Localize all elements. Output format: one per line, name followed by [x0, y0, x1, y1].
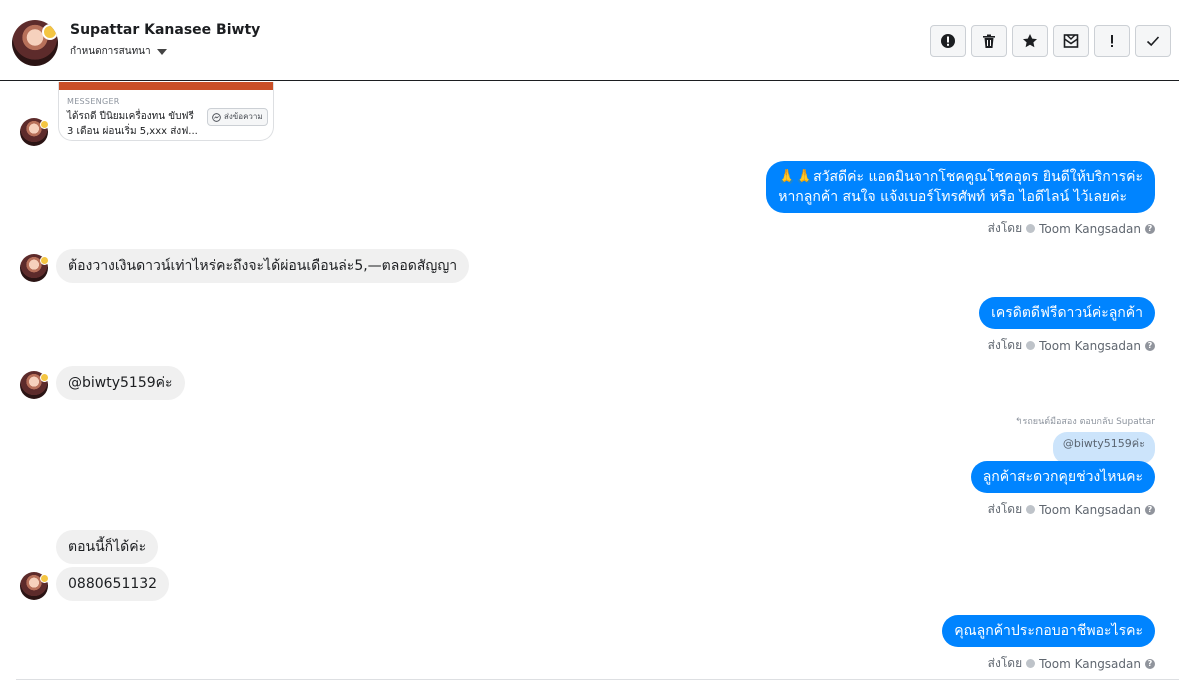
caret-down-icon: [156, 48, 167, 55]
important-button[interactable]: [1094, 25, 1130, 57]
agent-dot-icon: [1026, 341, 1036, 350]
incoming-message-bubble[interactable]: ตอนนี้ก็ได้ค่ะ: [56, 530, 159, 564]
done-button[interactable]: [1135, 25, 1171, 57]
messenger-ad-card[interactable]: MESSENGER ได้รถดี ปีนิยมเครื่องทน ขับฟรี…: [58, 82, 274, 141]
mark-unread-button[interactable]: [1053, 25, 1089, 57]
action-toolbar: [930, 25, 1171, 57]
incoming-message-bubble[interactable]: ต้องวางเงินดาวน์เท่าไหร่คะถึงจะได้ผ่อนเด…: [56, 249, 470, 283]
reply-context: ↰รถยนต์มือสอง ตอบกลับ Supattar: [1014, 417, 1155, 427]
sender-avatar: [20, 371, 49, 399]
help-icon[interactable]: ?: [1145, 223, 1155, 234]
conversation-header: Supattar Kanasee Biwty กำหนดการสนทนา: [0, 0, 1179, 81]
agent-dot-icon: [1026, 224, 1036, 233]
emoji-badge-icon: [40, 574, 49, 583]
outgoing-message-bubble[interactable]: 🙏🙏สวัสดีค่ะ แอดมินจากโชคคูณโชคอุดร ยินดี…: [766, 161, 1155, 213]
composer-divider: [16, 679, 1179, 683]
delete-button[interactable]: [971, 25, 1007, 57]
sent-by-prefix: ส่งโดย: [987, 338, 1023, 352]
sent-by-prefix: ส่งโดย: [987, 502, 1023, 516]
envelope-icon: [1063, 34, 1079, 48]
emoji-badge-icon: [40, 120, 49, 129]
help-icon[interactable]: ?: [1145, 658, 1155, 669]
emoji-badge-icon: [40, 256, 49, 265]
incoming-message-bubble[interactable]: @biwty5159ค่ะ: [56, 366, 185, 400]
sent-by-caption: ส่งโดย Toom Kangsadan ?: [988, 500, 1155, 519]
agent-dot-icon: [1026, 659, 1036, 668]
card-line-2: 3 เดือน ผ่อนเริ่ม 5,xxx ส่งฟ...: [67, 126, 198, 137]
alert-circle-icon: [941, 34, 955, 48]
sender-avatar: [20, 118, 49, 146]
sent-by-prefix: ส่งโดย: [987, 656, 1023, 670]
outgoing-message-bubble[interactable]: เครดิตดีฟรีดาวน์ค่ะลูกค้า: [979, 297, 1155, 329]
message-line: 🙏🙏สวัสดีค่ะ แอดมินจากโชคคูณโชคอุดร ยินดี…: [778, 169, 1143, 185]
card-send-message-button[interactable]: ส่งข้อความ: [207, 108, 268, 126]
agent-dot-icon: [1026, 505, 1036, 514]
star-icon: [1023, 34, 1037, 48]
sent-by-caption: ส่งโดย Toom Kangsadan ?: [988, 336, 1155, 355]
emoji-badge-icon: [42, 24, 58, 40]
exclamation-icon: [1111, 35, 1113, 47]
help-icon[interactable]: ?: [1145, 504, 1155, 515]
card-line-1: ได้รถดี ปีนิยมเครื่องทน ขับฟรี: [67, 111, 194, 122]
message-thread[interactable]: MESSENGER ได้รถดี ปีนิยมเครื่องทน ขับฟรี…: [0, 82, 1179, 682]
quoted-message[interactable]: @biwty5159ค่ะ: [1052, 432, 1155, 464]
sent-by-agent[interactable]: Toom Kangsadan: [1039, 339, 1141, 353]
star-button[interactable]: [1012, 25, 1048, 57]
sent-by-caption: ส่งโดย Toom Kangsadan ?: [988, 654, 1155, 673]
card-send-message-label: ส่งข้อความ: [224, 112, 263, 121]
outgoing-message-bubble[interactable]: ลูกค้าสะดวกคุยช่วงไหนคะ: [970, 461, 1155, 493]
emoji-badge-icon: [40, 373, 49, 382]
card-label: MESSENGER: [67, 97, 120, 106]
sent-by-caption: ส่งโดย Toom Kangsadan ?: [988, 219, 1155, 238]
check-icon: [1146, 36, 1160, 47]
sent-by-prefix: ส่งโดย: [987, 221, 1023, 235]
report-button[interactable]: [930, 25, 966, 57]
sent-by-agent[interactable]: Toom Kangsadan: [1039, 657, 1141, 671]
trash-icon: [983, 34, 995, 48]
contact-avatar[interactable]: [12, 20, 58, 66]
conversation-schedule-dropdown[interactable]: กำหนดการสนทนา: [70, 44, 167, 59]
messenger-icon: [212, 112, 221, 122]
incoming-message-bubble[interactable]: 0880651132: [56, 567, 170, 601]
outgoing-message-bubble[interactable]: คุณลูกค้าประกอบอาชีพอะไรคะ: [942, 615, 1155, 647]
help-icon[interactable]: ?: [1145, 340, 1155, 351]
conversation-schedule-label: กำหนดการสนทนา: [70, 46, 151, 57]
ad-image: [59, 82, 273, 90]
sent-by-agent[interactable]: Toom Kangsadan: [1039, 222, 1141, 236]
sent-by-agent[interactable]: Toom Kangsadan: [1039, 503, 1141, 517]
contact-name[interactable]: Supattar Kanasee Biwty: [70, 22, 260, 38]
sender-avatar: [20, 572, 49, 600]
message-line: หากลูกค้า สนใจ แจ้งเบอร์โทรศัพท์ หรือ ไอ…: [778, 189, 1127, 205]
sender-avatar: [20, 254, 49, 282]
